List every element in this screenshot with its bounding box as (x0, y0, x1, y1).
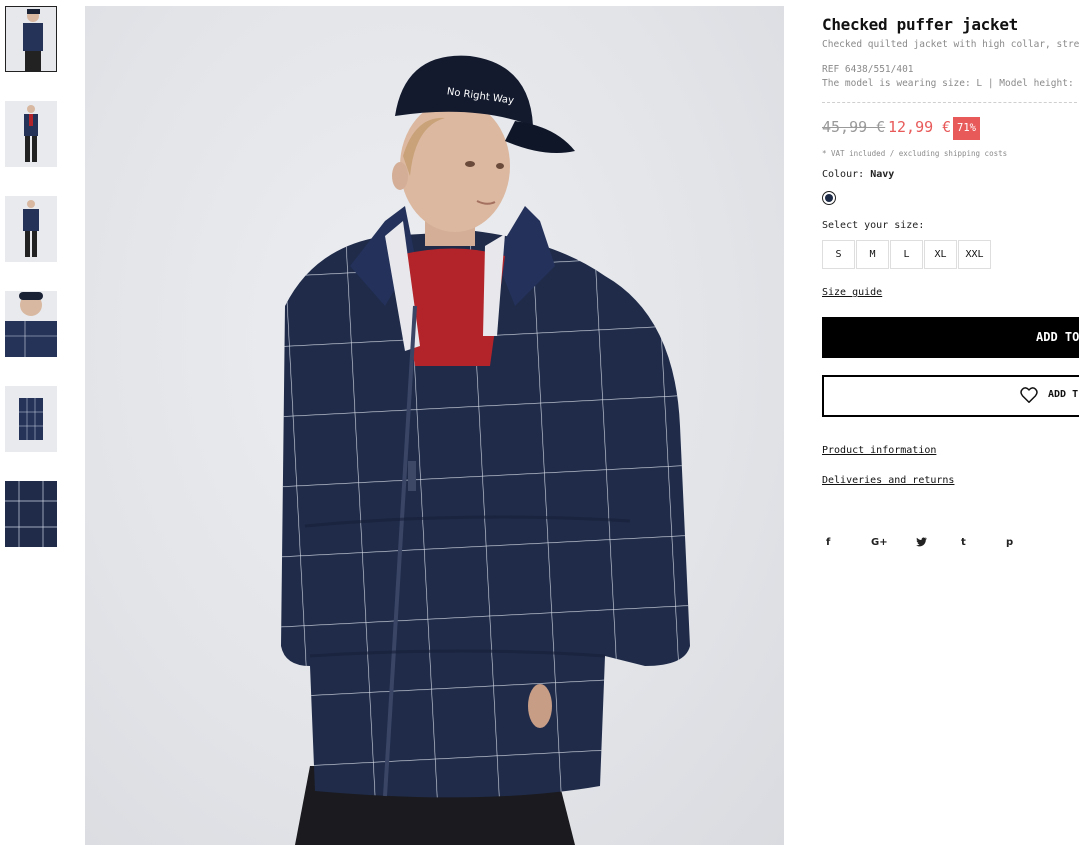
product-page: No Right Way Checked puffer jacket Check… (0, 0, 1079, 845)
thumbnail-4[interactable] (5, 291, 57, 357)
vat-note: * VAT included / excluding shipping cost… (822, 149, 1008, 158)
product-title: Checked puffer jacket (822, 15, 1018, 34)
deliveries-returns-link[interactable]: Deliveries and returns (822, 475, 954, 486)
thumbnail-5[interactable] (5, 386, 57, 452)
size-guide-link[interactable]: Size guide (822, 287, 882, 298)
size-selector: S M L XL XXL (822, 240, 992, 269)
colour-swatch-navy[interactable] (822, 191, 836, 205)
size-label: Select your size: (822, 220, 925, 231)
sale-price: 12,99 € (888, 118, 952, 136)
model-illustration: No Right Way (281, 55, 690, 845)
colour-value: Navy (870, 169, 895, 180)
tumblr-icon[interactable]: t (957, 537, 1002, 550)
thumbnail-3[interactable] (5, 196, 57, 262)
size-s-button[interactable]: S (822, 240, 855, 269)
size-l-button[interactable]: L (890, 240, 923, 269)
thumbnail-2[interactable] (5, 101, 57, 167)
colour-label: Colour: Navy (822, 169, 894, 180)
add-to-cart-button[interactable]: ADD TO (822, 317, 1079, 358)
discount-badge: 71% (953, 117, 980, 140)
size-xl-button[interactable]: XL (924, 240, 957, 269)
divider (822, 102, 1079, 103)
add-to-cart-label: ADD TO (1036, 330, 1079, 344)
model-info: The model is wearing size: L | Model hei… (822, 78, 1079, 89)
original-price: 45,99 € (822, 118, 886, 136)
size-xxl-button[interactable]: XXL (958, 240, 991, 269)
google-plus-icon[interactable]: G+ (867, 537, 912, 550)
add-to-wishlist-button[interactable]: ADD T (822, 375, 1079, 417)
pinterest-icon[interactable]: p (1002, 537, 1047, 550)
social-share-bar: f G+ t p (822, 537, 1047, 550)
heart-icon (1020, 387, 1038, 403)
thumbnail-6[interactable] (5, 481, 57, 547)
facebook-icon[interactable]: f (822, 537, 867, 550)
twitter-icon[interactable] (912, 537, 957, 550)
size-m-button[interactable]: M (856, 240, 889, 269)
add-to-wishlist-label: ADD T (1048, 389, 1079, 400)
main-product-image[interactable]: No Right Way (85, 6, 784, 845)
product-subtitle: Checked quilted jacket with high collar,… (822, 39, 1079, 50)
colour-label-text: Colour: (822, 169, 865, 180)
product-information-link[interactable]: Product information (822, 445, 936, 456)
product-ref: REF 6438/551/401 (822, 64, 914, 75)
thumbnail-1[interactable] (5, 6, 57, 72)
